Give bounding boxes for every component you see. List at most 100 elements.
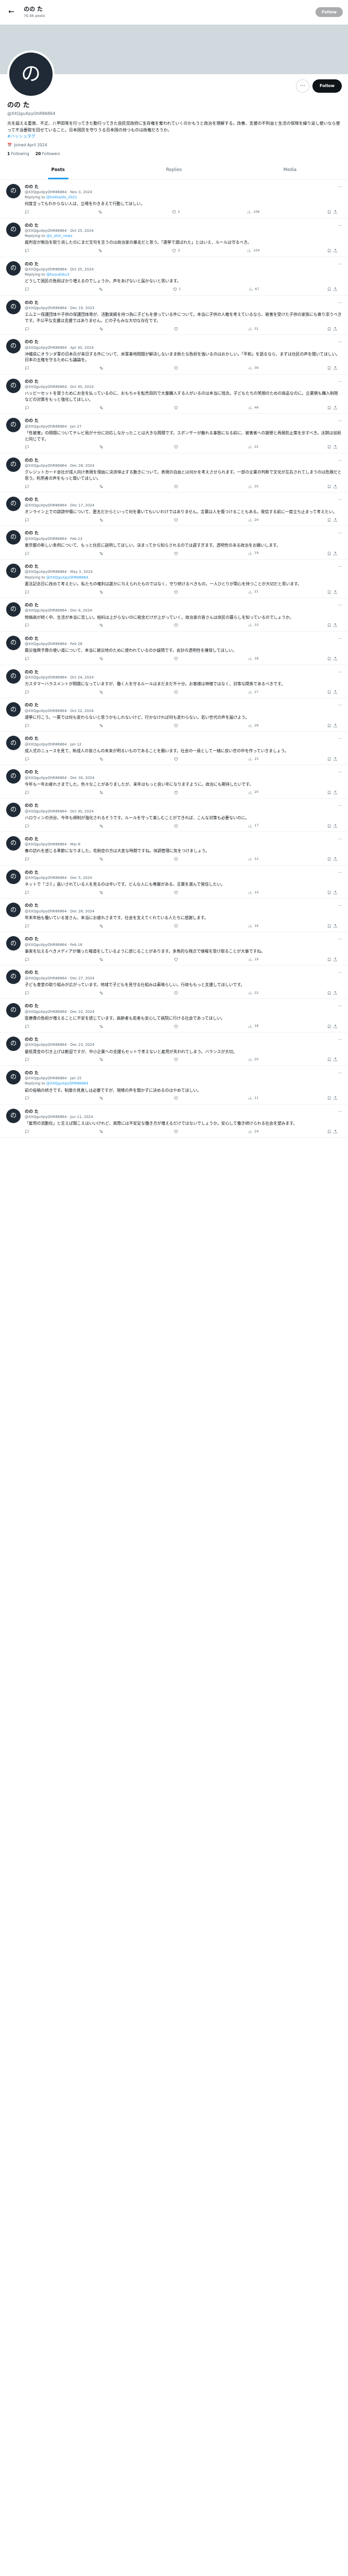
post-avatar[interactable]: の [6, 1036, 21, 1051]
like-button[interactable] [174, 790, 180, 794]
views-button[interactable]: 22 [248, 991, 259, 995]
repost-button[interactable] [99, 445, 105, 449]
repost-button[interactable] [99, 656, 105, 661]
post-avatar[interactable]: の [6, 936, 21, 951]
share-icon[interactable] [333, 924, 338, 928]
views-button[interactable]: 20 [248, 1057, 259, 1062]
post-avatar[interactable]: の [6, 418, 21, 433]
repost-button[interactable] [98, 248, 104, 253]
more-options-icon[interactable]: ⋯ [295, 79, 309, 93]
post-avatar[interactable]: の [6, 1108, 21, 1123]
views-button[interactable]: 27 [248, 690, 259, 694]
post-author-name[interactable]: のの た [25, 339, 39, 345]
post-avatar[interactable]: の [6, 869, 21, 884]
repost-button[interactable] [99, 327, 105, 331]
more-options-icon[interactable]: ⋯ [338, 1003, 342, 1009]
like-button[interactable] [174, 327, 180, 331]
post[interactable]: の のの た ⋯ @XXQguXpyOhR86864 · Dec 30, 202… [0, 765, 348, 799]
like-button[interactable] [174, 551, 180, 555]
bookmark-icon[interactable] [327, 248, 332, 253]
reply-button[interactable] [25, 924, 31, 928]
post-avatar[interactable]: の [6, 802, 21, 817]
post-avatar[interactable]: の [6, 702, 21, 717]
post-avatar[interactable]: の [6, 1003, 21, 1018]
post[interactable]: の のの た ⋯ @XXQguXpyOhR86864 · Jan 27 「性被害… [0, 414, 348, 453]
more-options-icon[interactable]: ⋯ [338, 184, 342, 190]
share-icon[interactable] [333, 484, 338, 489]
more-options-icon[interactable]: ⋯ [338, 497, 342, 503]
bookmark-icon[interactable] [327, 890, 332, 895]
like-button[interactable] [174, 690, 180, 694]
share-icon[interactable] [333, 1057, 338, 1062]
post[interactable]: の のの た ⋯ @XXQguXpyOhR86864 · Jan 15 Repl… [0, 1066, 348, 1105]
views-button[interactable]: 18 [248, 656, 259, 661]
post-avatar[interactable]: の [6, 1070, 21, 1084]
post-author-name[interactable]: のの た [25, 1070, 39, 1076]
share-icon[interactable] [333, 210, 338, 214]
post-avatar[interactable]: の [6, 602, 21, 617]
bookmark-icon[interactable] [327, 924, 332, 928]
more-options-icon[interactable]: ⋯ [338, 418, 342, 424]
views-button[interactable]: 19 [248, 551, 259, 555]
like-button[interactable] [174, 1057, 180, 1062]
repost-button[interactable] [98, 210, 104, 214]
following-link[interactable]: 1 Following [7, 151, 29, 157]
post-avatar[interactable]: の [6, 261, 21, 276]
post[interactable]: の のの た ⋯ @XXQguXpyOhR86864 · Oct 22, 202… [0, 698, 348, 732]
repost-button[interactable] [99, 757, 105, 761]
repost-button[interactable] [99, 1057, 105, 1062]
post[interactable]: の のの た ⋯ @XXQguXpyOhR86864 · Jan 12 成人式の… [0, 732, 348, 766]
reply-to-handle[interactable]: @hokkaido_2021 [46, 195, 77, 199]
reply-button[interactable] [25, 757, 31, 761]
like-button[interactable] [174, 445, 180, 449]
more-options-icon[interactable]: ⋯ [338, 1037, 342, 1043]
repost-button[interactable] [99, 589, 105, 594]
repost-button[interactable] [99, 551, 105, 555]
views-button[interactable]: 31 [248, 327, 259, 331]
share-icon[interactable] [333, 405, 338, 410]
top-bar-follow-button[interactable]: Follow [315, 7, 343, 18]
post[interactable]: の のの た ⋯ @XXQguXpyOhR86864 · Feb 26 震災復興… [0, 632, 348, 665]
more-options-icon[interactable]: ⋯ [338, 602, 342, 608]
post-avatar[interactable]: の [6, 222, 21, 237]
post-avatar[interactable]: の [6, 299, 21, 314]
more-options-icon[interactable]: ⋯ [338, 669, 342, 675]
views-button[interactable]: 24 [248, 1129, 259, 1134]
like-button[interactable] [174, 366, 180, 370]
tab-posts[interactable]: Posts [0, 161, 116, 179]
post-author-name[interactable]: のの た [25, 457, 39, 464]
like-button[interactable] [174, 823, 180, 828]
more-options-icon[interactable]: ⋯ [338, 564, 342, 570]
like-button[interactable]: 3 [172, 248, 180, 253]
reply-button[interactable] [25, 210, 31, 214]
bookmark-icon[interactable] [327, 790, 332, 795]
like-button[interactable] [174, 957, 180, 962]
reply-button[interactable] [25, 790, 31, 794]
post-author-name[interactable]: のの た [25, 530, 39, 536]
bookmark-icon[interactable] [327, 1024, 332, 1029]
more-options-icon[interactable]: ⋯ [338, 836, 342, 842]
more-options-icon[interactable]: ⋯ [338, 457, 342, 464]
bookmark-icon[interactable] [327, 1129, 332, 1134]
reply-button[interactable] [25, 1129, 31, 1134]
more-options-icon[interactable]: ⋯ [338, 339, 342, 345]
reply-to-handle[interactable]: @x_shin_news [46, 234, 73, 238]
reply-to-handle[interactable]: @XXQguXpyOhR86864 [46, 1081, 88, 1086]
bookmark-icon[interactable] [327, 210, 332, 214]
repost-button[interactable] [99, 366, 105, 370]
post-avatar[interactable]: の [6, 563, 21, 578]
post[interactable]: の のの た ⋯ @XXQguXpyOhR86864 · Nov 3, 2024… [0, 180, 348, 218]
post-author-name[interactable]: のの た [25, 803, 39, 809]
share-icon[interactable] [333, 757, 338, 761]
share-icon[interactable] [333, 991, 338, 995]
repost-button[interactable] [99, 484, 105, 489]
reply-button[interactable] [25, 690, 31, 694]
repost-button[interactable] [99, 924, 105, 928]
bookmark-icon[interactable] [327, 551, 332, 556]
bookmark-icon[interactable] [327, 991, 332, 995]
reply-to-handle[interactable]: @XXQguXpyOhR86864 [46, 575, 88, 580]
bookmark-icon[interactable] [327, 690, 332, 694]
reply-button[interactable] [25, 823, 31, 828]
views-button[interactable]: 18 [248, 1024, 259, 1028]
post-author-name[interactable]: のの た [25, 970, 39, 976]
